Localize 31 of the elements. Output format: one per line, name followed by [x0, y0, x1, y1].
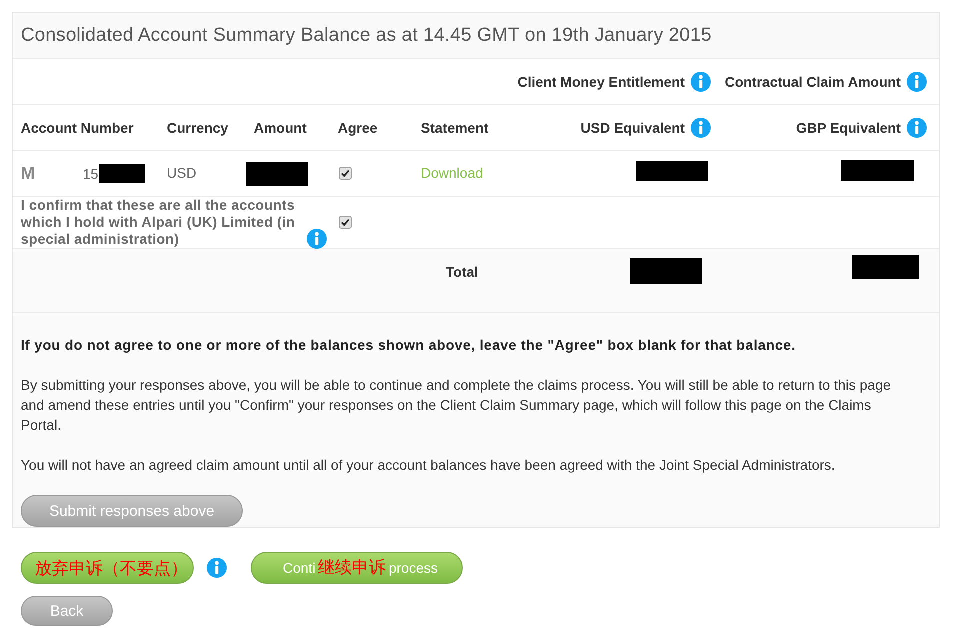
column-header: GBP Equivalent — [796, 120, 901, 136]
info-icon[interactable] — [307, 229, 327, 249]
action-button[interactable]: 放弃申诉（不要点） — [21, 552, 194, 584]
column-group-header: Contractual Claim Amount — [724, 74, 901, 90]
page-title: Consolidated Account Summary Balance as at 14.45 GMT on 19th January 2015 — [21, 24, 712, 46]
column-header: Amount — [254, 120, 307, 136]
submit-button[interactable]: Submit responses above — [21, 495, 243, 527]
notice-paragraph: If you do not agree to one or more of the balances shown above, leave the "Agree" box blank for that balance. — [21, 336, 797, 355]
info-icon[interactable] — [691, 118, 711, 138]
column-header: Statement — [421, 120, 489, 136]
confirm-checkbox[interactable] — [339, 216, 352, 229]
column-header: Currency — [167, 120, 228, 136]
total-label: Total — [446, 264, 478, 280]
agree-checkbox[interactable] — [339, 167, 352, 180]
account-type-label: M — [21, 164, 36, 184]
info-icon[interactable] — [691, 72, 711, 92]
notice-paragraph: By submitting your responses above, you will be able to continue and complete the claims process. You will still be able to return to this page and amend these entries until you "Confirm" your responses on the Client Claim Summary page, which will follow this page on the Claims Portal. — [21, 376, 892, 435]
info-icon[interactable] — [207, 558, 227, 578]
column-header: Agree — [338, 120, 378, 136]
info-icon[interactable] — [907, 72, 927, 92]
back-button[interactable]: Back — [21, 596, 113, 626]
info-icon[interactable] — [907, 118, 927, 138]
column-header: Account Number — [21, 120, 134, 136]
currency-cell: USD — [167, 164, 197, 180]
confirmation-text: I confirm that these are all the accounts which I hold with Alpari (UK) Limited (in special administration) — [21, 197, 296, 248]
annotation-text: 继续申诉 — [318, 557, 386, 580]
account-number: 15 — [83, 166, 99, 182]
column-header: USD Equivalent — [580, 120, 685, 136]
download-link[interactable]: Download — [421, 164, 484, 180]
column-group-header: Client Money Entitlement — [518, 74, 685, 90]
notice-paragraph: You will not have an agreed claim amount until all of your account balances have been agreed with the Joint Special Administrators. — [21, 456, 836, 475]
